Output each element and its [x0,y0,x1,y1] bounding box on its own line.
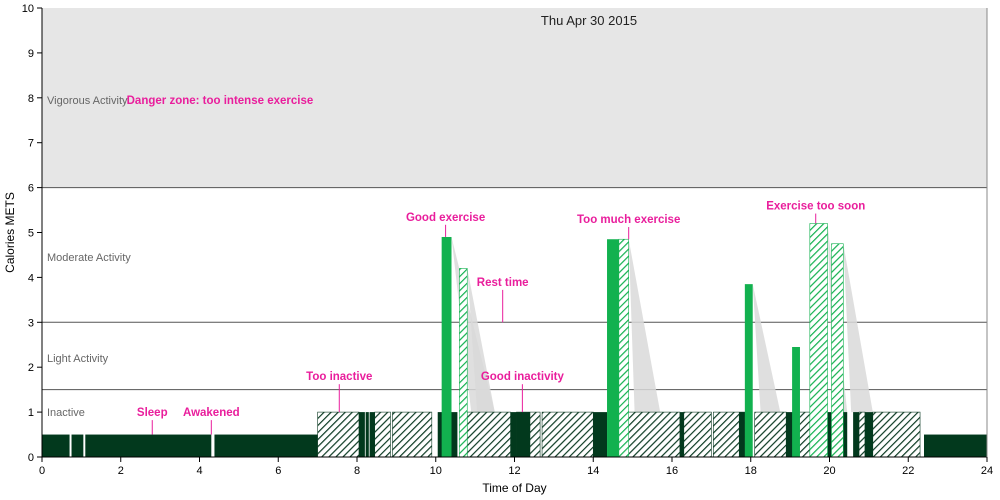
y-tick-label: 6 [28,183,34,195]
y-tick-label: 9 [28,48,34,60]
inactive-solid-bar [827,412,832,457]
inactive-hatched-bar [317,411,360,458]
y-tick-label: 8 [28,93,34,105]
y-tick-label: 0 [28,452,34,464]
annotation-label: Good inactivity [481,371,565,383]
y-tick-label: 2 [28,362,34,374]
inactive-hatched-bar [466,411,511,458]
x-tick-label: 24 [981,465,993,477]
inactive-hatched-bar [858,411,866,458]
inactive-hatched-bar [626,411,681,458]
rest-bar [831,243,844,458]
inactive-solid-bar [853,412,860,457]
rest-shadow [628,239,661,413]
inactive-solid-bar [365,412,369,457]
x-tick-label: 14 [587,465,599,477]
inactive-hatched-bar [754,411,787,458]
inactive-solid-bar [516,412,531,457]
zone-label: Vigorous Activity [47,95,128,107]
inactive-hatched-bar [683,411,712,458]
inactive-hatched-bar [392,411,433,458]
x-tick-label: 22 [902,465,914,477]
rest-bar [809,223,828,458]
annotation-label: Danger zone: too intense exercise [127,95,314,107]
inactive-hatched-bar [872,411,921,458]
zone-label: Light Activity [47,353,109,365]
exercise-bar [792,346,800,457]
sleep-segment [71,434,84,457]
annotation-label: Rest time [477,277,529,289]
y-axis-title: Calories METS [3,192,17,273]
rest-shadow [752,284,781,413]
rest-bar [459,268,468,458]
sleep-segment [85,434,212,457]
annotation-label: Awakened [183,407,240,419]
x-tick-label: 20 [823,465,835,477]
inactive-solid-bar [593,412,608,457]
rest-shadow [843,243,873,413]
annotation-label: Too inactive [306,371,372,383]
x-tick-label: 8 [354,465,360,477]
y-tick-label: 3 [28,317,34,329]
x-tick-label: 6 [275,465,281,477]
y-tick-label: 1 [28,407,34,419]
x-tick-label: 4 [196,465,202,477]
y-tick-label: 5 [28,228,34,240]
x-tick-label: 16 [666,465,678,477]
inactive-solid-bar [358,412,365,457]
exercise-bar [744,284,753,457]
zone-label: Moderate Activity [47,252,131,264]
inactive-solid-bar [864,412,873,457]
exercise-bar [441,236,452,457]
y-tick-label: 4 [28,272,34,284]
activity-chart: Inactive Light Activity Moderate Activity V… [3,3,993,495]
y-tick-label: 10 [22,3,34,15]
x-tick-label: 10 [430,465,442,477]
inactive-solid-bar [510,412,517,457]
zone-bands: Inactive Light Activity Moderate Activity V… [42,8,987,419]
x-tick-label: 0 [39,465,45,477]
sleep-segment [924,434,987,457]
x-tick-label: 2 [118,465,124,477]
chart-title: Thu Apr 30 2015 [541,13,637,28]
x-tick-label: 12 [508,465,520,477]
rest-bar [618,238,629,458]
annotation-label: Exercise too soon [766,201,865,213]
inactive-solid-bar [369,412,375,457]
annotation-label: Sleep [137,407,168,419]
sleep-segment [214,434,318,457]
inactive-hatched-bar [541,411,594,458]
annotation-label: Too much exercise [577,214,680,226]
inactive-solid-bar [738,412,745,457]
exercise-bar [607,239,619,457]
x-tick-label: 18 [745,465,757,477]
x-axis-title: Time of Day [482,481,546,495]
annotation-label: Good exercise [406,212,485,224]
y-tick-label: 7 [28,138,34,150]
inactive-solid-bar [679,412,684,457]
inactive-hatched-bar [374,411,391,458]
zone-label: Inactive [47,407,85,419]
sleep-segment [42,434,70,457]
